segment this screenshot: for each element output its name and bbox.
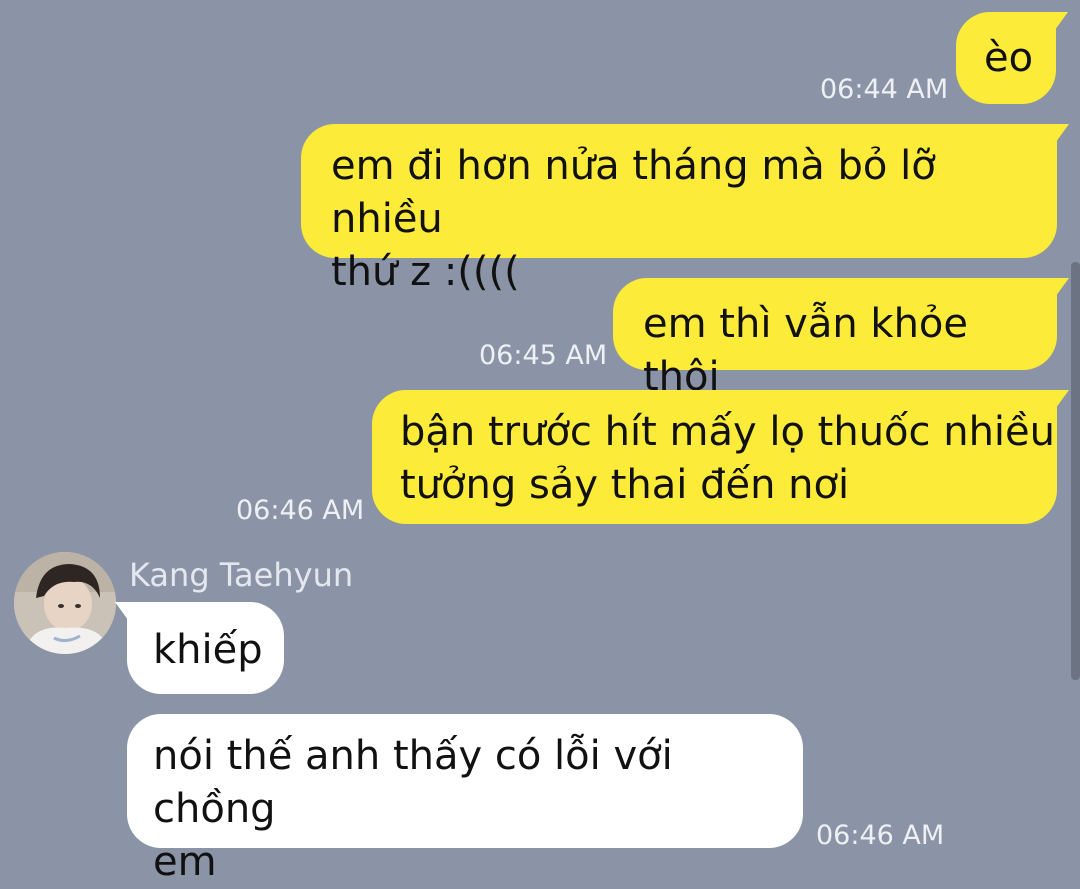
incoming-message[interactable]: nói thế anh thấy có lỗi với chồng em xyxy=(127,714,803,885)
incoming-message[interactable]: khiếp xyxy=(115,602,284,694)
outgoing-message[interactable]: em thì vẫn khỏe thôi xyxy=(613,278,1069,400)
contact-avatar[interactable] xyxy=(14,552,116,654)
chat-scrollbar[interactable] xyxy=(1071,262,1080,680)
profile-photo-icon xyxy=(14,552,116,654)
message-timestamp: 06:44 AM xyxy=(820,74,949,105)
sender-name: Kang Taehyun xyxy=(129,556,354,594)
outgoing-message[interactable]: èo xyxy=(956,12,1068,104)
outgoing-message[interactable]: em đi hơn nửa tháng mà bỏ lỡ nhiều thứ z… xyxy=(301,124,1069,295)
outgoing-message[interactable]: bận trước hít mấy lọ thuốc nhiều tưởng s… xyxy=(372,390,1069,524)
message-timestamp: 06:45 AM xyxy=(479,340,608,371)
message-timestamp: 06:46 AM xyxy=(236,495,365,526)
message-timestamp: 06:46 AM xyxy=(816,820,945,851)
chat-thread[interactable]: èo 06:44 AM em đi hơn nửa tháng mà bỏ lỡ… xyxy=(0,0,1080,885)
